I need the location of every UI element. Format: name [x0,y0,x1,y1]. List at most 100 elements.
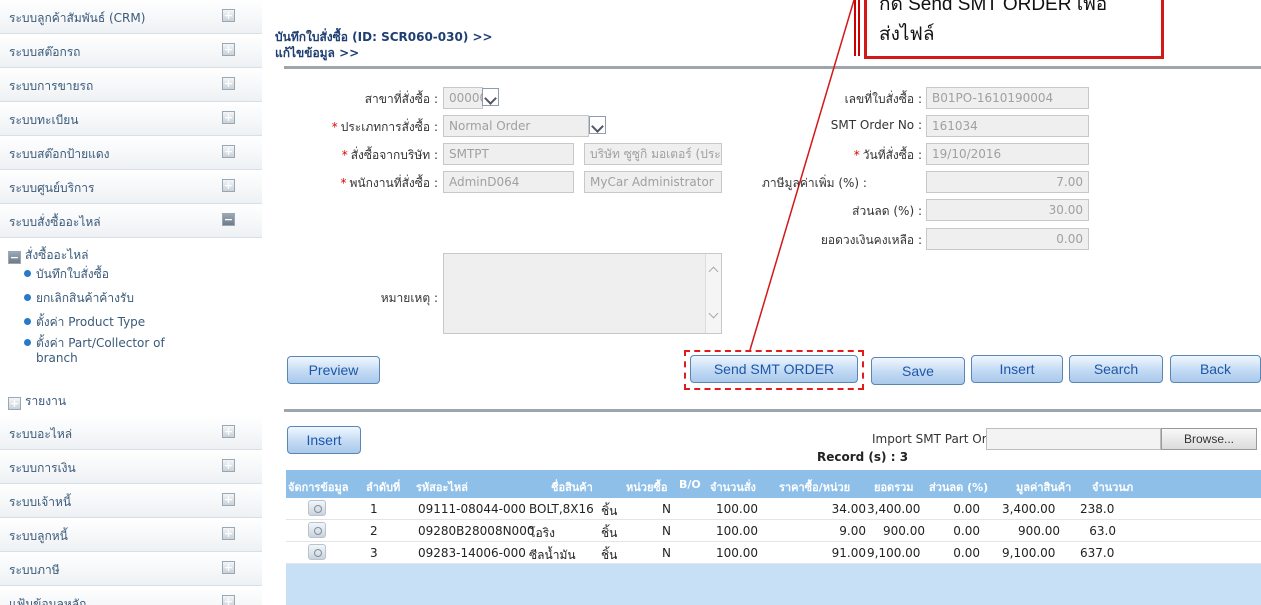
sidebar-item-finance[interactable]: ระบบการเงิน + [0,450,262,484]
sidebar-item-car-sales[interactable]: ระบบการขายรถ + [0,68,262,102]
sidebar-item-label: แฟ้มข้อมูลหลัก [9,597,87,605]
sidebar-subgroup-parts-order[interactable]: − สั่งซื้ออะไหล่ [8,246,89,265]
expand-icon[interactable]: + [222,425,235,438]
expand-icon[interactable]: + [222,9,235,22]
sidebar-item-label: ระบบอะไหล่ [9,427,73,441]
column-header: ชื่อสินค้า [551,481,593,494]
supplier-code-field[interactable]: SMTPT [443,143,574,165]
import-file-input[interactable] [986,428,1161,450]
subitem-label: ตั้งค่า Part/Collector of [36,336,165,350]
search-button[interactable]: Search [1069,355,1163,383]
sidebar-item-receivables[interactable]: ระบบลูกหนี้ + [0,518,262,552]
cell-price: 34.00 [831,502,866,516]
smt-order-field: 161034 [926,115,1089,137]
browse-button[interactable]: Browse... [1161,428,1257,450]
sidebar-item-label: ระบบศูนย์บริการ [9,181,95,195]
chevron-down-icon[interactable] [589,116,606,134]
expand-icon[interactable]: + [222,145,235,158]
column-header: จำนวนสั่ง [710,481,756,494]
order-date-field[interactable]: 19/10/2016 [926,143,1089,165]
cell-code: 09111-08044-000 [418,502,526,516]
sidebar-item-registration[interactable]: ระบบทะเบียน + [0,102,262,136]
cell-no: 3 [370,546,378,560]
save-button[interactable]: Save [871,357,965,385]
sidebar-item-car-stock[interactable]: ระบบสต๊อกรถ + [0,34,262,68]
remark-textarea[interactable] [443,253,722,334]
table-row[interactable]: 3 09283-14006-000 ซีลน้ำมัน ชิ้น N 100.0… [286,542,1261,564]
subitem-label-cont: branch [36,351,78,365]
sidebar-subitem-part-collector[interactable]: ตั้งค่า Part/Collector of branch [24,336,165,366]
cell-tax: 238.0 [1080,502,1115,516]
cell-price: 91.00 [831,546,866,560]
branch-label: สาขาที่สั่งซื้อ : [364,92,438,106]
column-header: ราคาซื้อ/หน่วย [779,481,851,494]
expand-icon[interactable]: + [222,595,235,605]
column-header: หน่วยซื้อ [626,481,668,494]
employee-code-field[interactable]: AdminD064 [443,171,574,193]
order-type-select[interactable]: Normal Order [443,115,589,137]
scroll-up-icon[interactable] [708,266,719,277]
expand-icon[interactable]: + [222,561,235,574]
expand-icon[interactable]: + [222,111,235,124]
cell-value: 900.00 [1018,524,1060,538]
insert-item-button[interactable]: Insert [287,426,361,454]
branch-select[interactable]: 00000 [443,87,483,109]
sidebar-item-label: ระบบสต๊อกป้ายแดง [9,147,110,161]
sidebar-item-service[interactable]: ระบบศูนย์บริการ + [0,170,262,204]
sidebar-subitem-record-po[interactable]: บันทึกใบสั่งซื้อ [24,265,109,284]
send-smt-order-button[interactable]: Send SMT ORDER [690,355,858,383]
back-button[interactable]: Back [1170,355,1261,383]
sidebar-item-tax[interactable]: ระบบภาษี + [0,552,262,586]
discount-label: ส่วนลด (%) : [852,204,922,218]
sidebar-item-parts[interactable]: ระบบอะไหล่ + [0,416,262,450]
cell-bo: N [662,502,671,516]
insert-button[interactable]: Insert [971,355,1063,383]
expand-icon[interactable]: + [222,77,235,90]
cell-value: 9,100.00 [1002,546,1056,560]
remark-label: หมายเหตุ : [380,291,438,305]
gear-icon[interactable] [308,500,326,516]
sidebar-item-label: ระบบทะเบียน [9,113,79,127]
subitem-label: บันทึกใบสั่งซื้อ [36,267,110,281]
expand-icon[interactable]: + [222,493,235,506]
balance-field: 0.00 [926,228,1089,250]
sidebar-item-payables[interactable]: ระบบเจ้าหนี้ + [0,484,262,518]
expand-icon[interactable]: + [222,527,235,540]
sidebar-item-red-plate[interactable]: ระบบสต๊อกป้ายแดง + [0,136,262,170]
chevron-down-icon[interactable] [482,88,499,106]
sidebar-subitem-cancel-backorder[interactable]: ยกเลิกสินค้าค้างรับ [24,289,134,308]
sidebar-item-crm[interactable]: ระบบลูกค้าสัมพันธ์ (CRM) + [0,0,262,34]
scrollbar[interactable] [705,254,721,333]
sidebar-item-label: ระบบสั่งซื้ออะไหล่ [9,215,101,229]
expand-icon[interactable]: + [8,397,21,410]
bullet-icon [24,294,31,301]
preview-button[interactable]: Preview [287,356,380,384]
sidebar-item-parts-order[interactable]: ระบบสั่งซื้ออะไหล่ − [0,204,262,238]
sidebar-item-master-data[interactable]: แฟ้มข้อมูลหลัก + [0,586,262,605]
table-row[interactable]: 1 09111-08044-000 BOLT,8X16 ชิ้น N 100.0… [286,498,1261,520]
sidebar-subitem-product-type[interactable]: ตั้งค่า Product Type [24,313,145,332]
discount-field: 30.00 [926,199,1089,221]
collapse-icon[interactable]: − [8,251,21,264]
gear-icon[interactable] [308,544,326,560]
balance-label: ยอดวงเงินคงเหลือ : [820,233,922,247]
column-header: ยอดรวม [874,481,914,494]
sidebar-item-label: ระบบเจ้าหนี้ [9,495,72,509]
gear-icon[interactable] [308,522,326,538]
cell-total: 3,400.00 [867,502,921,516]
expand-icon[interactable]: + [222,459,235,472]
cell-tax: 637.0 [1080,546,1115,560]
collapse-icon[interactable]: − [222,213,235,226]
table-row[interactable]: 2 09280B28008N000 โอริง ชิ้น N 100.00 9.… [286,520,1261,542]
cell-discount: 0.00 [953,546,980,560]
cell-name: BOLT,8X16 [529,502,594,516]
cell-qty: 100.00 [716,524,758,538]
main-content: บันทึกใบสั่งซื้อ (ID: SCR060-030) >> แก้… [262,0,1261,605]
cell-bo: N [662,546,671,560]
scroll-down-icon[interactable] [708,308,719,319]
sidebar-subgroup-report[interactable]: + รายงาน [8,392,66,411]
expand-icon[interactable]: + [222,179,235,192]
column-header: รหัสอะไหล่ [416,481,468,494]
column-header: จัดการข้อมูล [288,481,349,494]
expand-icon[interactable]: + [222,43,235,56]
